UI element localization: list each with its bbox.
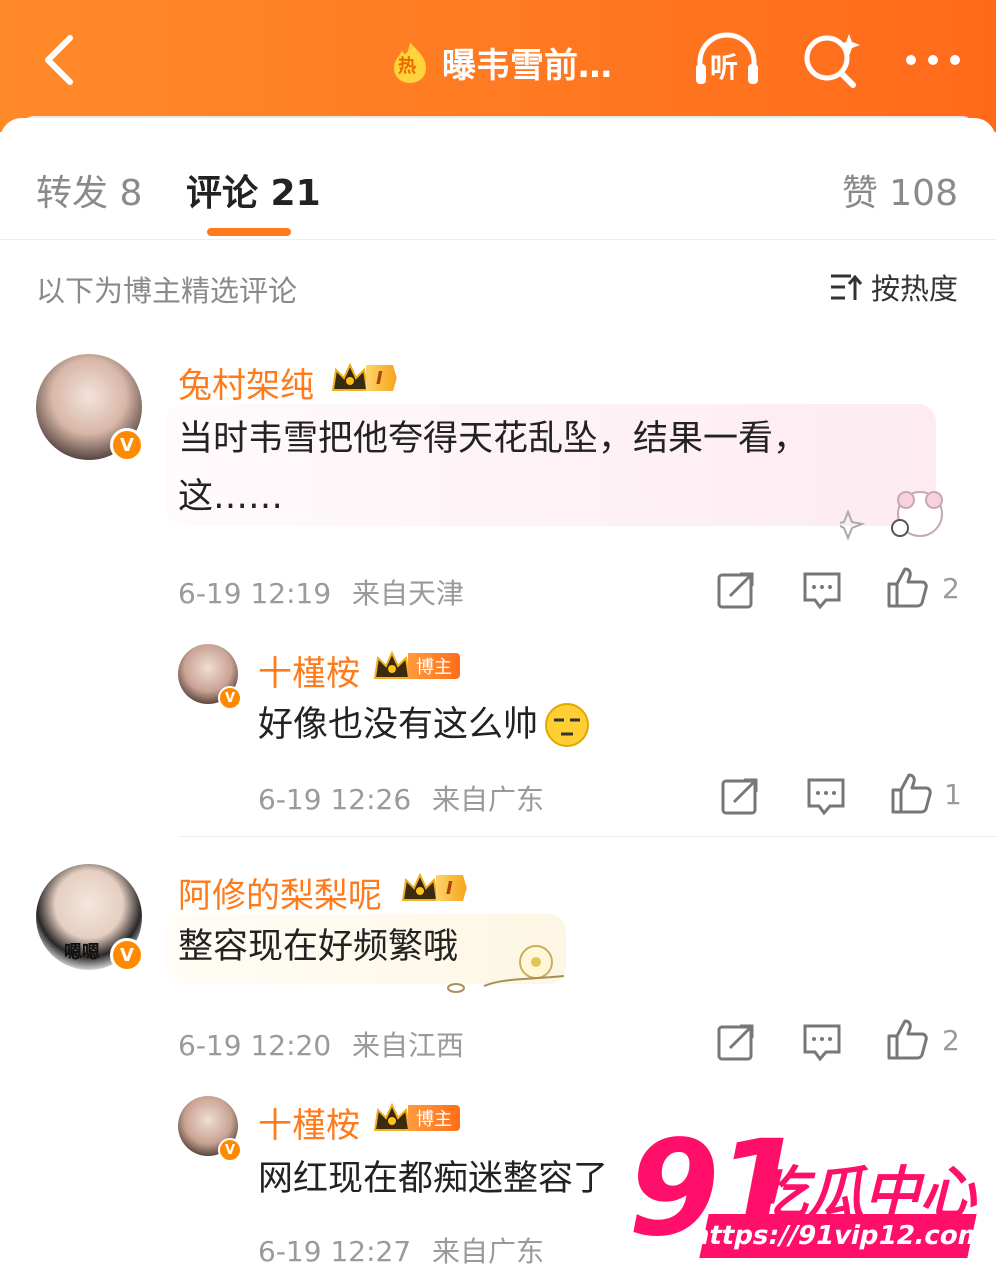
tab-reposts[interactable]: 转发 8 <box>36 164 142 216</box>
blogger-tag: 博主 <box>408 1105 460 1131</box>
repost-icon[interactable] <box>716 1022 756 1062</box>
header-title-group[interactable]: 热 曝韦雪前… <box>390 34 612 90</box>
comment-time: 6-19 12:20 <box>178 1029 332 1062</box>
reply-meta: 6-19 12:27 来自广东 <box>258 1230 544 1270</box>
top-bar: 热 曝韦雪前… 听 <box>0 0 996 132</box>
reply-text: 网红现在都痴迷整容了 <box>258 1159 609 1199</box>
like-thumb-icon[interactable] <box>890 772 932 814</box>
comment-meta: 6-19 12:19 来自天津 <box>178 572 464 612</box>
tab-bar: 转发 8 评论 21 赞 108 <box>0 140 996 240</box>
member-level: I <box>366 365 397 391</box>
reply-meta: 6-19 12:26 来自广东 <box>258 778 544 818</box>
crown-icon <box>331 362 369 391</box>
search-button[interactable] <box>796 30 866 90</box>
reply-time: 6-19 12:26 <box>258 783 412 816</box>
tab-likes[interactable]: 赞 108 <box>842 164 958 216</box>
flower-sticker-icon <box>447 945 565 993</box>
like-thumb-icon[interactable] <box>886 566 928 608</box>
active-tab-indicator <box>207 228 291 236</box>
hot-badge-label: 热 <box>398 56 416 77</box>
hot-flame-icon: 热 <box>390 40 430 84</box>
sort-button[interactable]: 按热度 <box>829 266 958 308</box>
like-count: 1 <box>944 778 962 811</box>
reply-text: 好像也没有这么帅 <box>258 705 539 745</box>
watermark-url: https://91vip12.com <box>688 1214 988 1258</box>
member-crown-badge: I <box>330 362 397 394</box>
listen-label: 听 <box>710 51 739 84</box>
verified-badge-icon: V <box>110 428 144 462</box>
verified-badge-icon: V <box>110 938 144 972</box>
back-arrow-icon <box>45 35 73 85</box>
sort-icon <box>830 274 863 300</box>
back-button[interactable] <box>28 30 88 90</box>
reply-username[interactable]: 十槿桉 <box>258 646 360 695</box>
reply-location: 来自广东 <box>432 783 545 816</box>
crown-icon <box>373 650 411 679</box>
tab-comments[interactable]: 评论 21 <box>186 164 321 216</box>
more-dots-icon <box>906 55 960 65</box>
comment-username[interactable]: 阿修的梨梨呢 <box>178 868 382 917</box>
more-button[interactable] <box>898 30 968 90</box>
search-sparkle-icon <box>804 34 860 88</box>
speechless-emoji-icon <box>545 703 590 747</box>
reply-comment-icon[interactable] <box>802 570 842 610</box>
comment-location: 来自江西 <box>352 1029 465 1062</box>
member-crown-badge: I <box>400 872 467 904</box>
reply-comment-icon[interactable] <box>802 1022 842 1062</box>
sort-label: 按热度 <box>870 272 958 306</box>
curated-comments-note: 以下为博主精选评论 <box>36 274 298 308</box>
reply-text-row: 好像也没有这么帅 <box>258 696 590 754</box>
like-count: 2 <box>942 1024 960 1057</box>
repost-icon[interactable] <box>720 776 760 816</box>
verified-badge-icon: V <box>218 686 242 710</box>
crown-icon <box>373 1102 411 1131</box>
comment-location: 来自天津 <box>352 577 465 610</box>
like-thumb-icon[interactable] <box>886 1018 928 1060</box>
like-count: 2 <box>942 572 960 605</box>
comment-time: 6-19 12:19 <box>178 577 332 610</box>
member-level: I <box>436 875 467 901</box>
comment-text: 整容现在好频繁哦 <box>178 927 459 967</box>
post-title: 曝韦雪前… <box>442 45 612 86</box>
comment-text: 当时韦雪把他夸得天花乱坠，结果一看，这…… <box>178 419 809 517</box>
listen-button[interactable]: 听 <box>692 30 762 90</box>
blogger-crown-badge: 博主 <box>372 650 460 682</box>
avatar-caption: 嗯嗯 <box>64 942 100 963</box>
comment-divider <box>178 836 996 837</box>
crown-icon <box>401 872 439 901</box>
verified-badge-icon: V <box>218 1138 242 1162</box>
reply-time: 6-19 12:27 <box>258 1235 412 1268</box>
comment-meta: 6-19 12:20 来自江西 <box>178 1024 464 1064</box>
reply-username[interactable]: 十槿桉 <box>258 1098 360 1147</box>
reply-comment-icon[interactable] <box>806 776 846 816</box>
blogger-tag: 博主 <box>408 653 460 679</box>
blogger-crown-badge: 博主 <box>372 1102 460 1134</box>
comment-username[interactable]: 兔村架纯 <box>178 358 314 407</box>
reply-location: 来自广东 <box>432 1235 545 1268</box>
repost-icon[interactable] <box>716 570 756 610</box>
